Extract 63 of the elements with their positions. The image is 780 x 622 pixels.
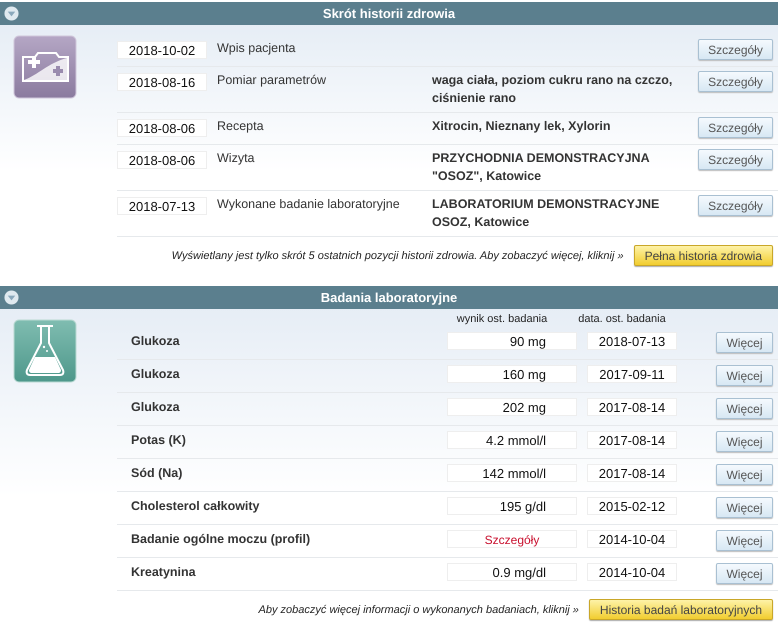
more-button[interactable]: Więcej (716, 464, 773, 485)
date-field: 2018-07-13 (587, 332, 677, 350)
medical-folder-icon (12, 35, 76, 99)
entry-type: Wykonane badanie laboratoryjne (217, 197, 401, 211)
date-field: 2017-09-11 (587, 365, 677, 383)
more-button[interactable]: Więcej (716, 431, 773, 452)
more-button[interactable]: Więcej (716, 332, 773, 353)
entry-type: Recepta (217, 119, 265, 133)
date-field: 2018-07-13 (117, 197, 207, 215)
date-field: 2017-08-14 (587, 398, 677, 416)
history-button[interactable]: Historia badań laboratoryjnych (588, 599, 773, 620)
date-field: 2018-08-16 (117, 73, 207, 91)
result-field: 0.9 mg/dl (447, 563, 577, 581)
entry-details: LABORATORIUM DEMONSTRACYJNE OSOZ, Katowice (432, 196, 660, 231)
more-button[interactable]: Więcej (716, 497, 773, 518)
entry-details: waga ciała, poziom cukru rano na czczo, ciśnienie rano (432, 72, 674, 107)
collapse-icon[interactable] (4, 290, 19, 305)
date-field: 2014-10-04 (587, 530, 677, 548)
result-field: 90 mg (447, 332, 577, 350)
result-field: 4.2 mmol/l (447, 431, 577, 449)
entry-type: Pomiar parametrów (217, 73, 328, 87)
details-button[interactable]: Szczegóły (698, 195, 773, 216)
test-name: Glukoza (130, 367, 181, 381)
panel-title: Badania laboratoryjne (320, 290, 458, 305)
entry-type: Wizyta (217, 151, 256, 165)
date-field: 2018-08-06 (117, 151, 207, 169)
details-button[interactable]: Szczegóły (698, 149, 773, 170)
date-field: 2018-10-02 (117, 41, 207, 59)
more-button[interactable]: Więcej (716, 398, 773, 419)
history-button[interactable]: Pełna historia zdrowia (634, 245, 773, 266)
column-header: wynik ost. badania (456, 313, 548, 325)
result-field: 195 g/dl (447, 497, 577, 515)
column-header: data. ost. badania (577, 313, 667, 325)
more-button[interactable]: Więcej (716, 530, 773, 551)
footer-note: Aby zobaczyć więcej informacji o wykonanych badaniach, kliknij » (258, 604, 579, 616)
more-button[interactable]: Więcej (716, 563, 773, 584)
test-name: Potas (K) (130, 433, 187, 447)
test-name: Sód (Na) (130, 466, 184, 480)
date-field: 2017-08-14 (587, 431, 677, 449)
test-name: Glukoza (130, 400, 181, 414)
details-button[interactable]: Szczegóły (698, 117, 773, 138)
test-name: Cholesterol całkowity (130, 499, 261, 513)
date-field: 2015-02-12 (587, 497, 677, 515)
test-name: Glukoza (130, 334, 181, 348)
flask-icon (12, 319, 76, 383)
more-button[interactable]: Więcej (716, 365, 773, 386)
result-field: 202 mg (447, 398, 577, 416)
footer-note: Wyświetlany jest tylko skrót 5 ostatnich pozycji historii zdrowia. Aby zobaczyć więcej, kliknij » (172, 250, 624, 262)
entry-details: Xitrocin, Nieznany lek, Xylorin (432, 118, 612, 135)
result-field: 160 mg (447, 365, 577, 383)
date-field: 2017-08-14 (587, 464, 677, 482)
details-button[interactable]: Szczegóły (698, 71, 773, 92)
date-field: 2014-10-04 (587, 563, 677, 581)
details-link[interactable]: Szczegóły (447, 530, 577, 548)
test-name: Badanie ogólne moczu (profil) (130, 532, 312, 546)
date-field: 2018-08-06 (117, 119, 207, 137)
entry-type: Wpis pacjenta (217, 41, 297, 55)
test-name: Kreatynina (130, 565, 197, 579)
details-button[interactable]: Szczegóły (698, 39, 773, 60)
collapse-icon[interactable] (4, 6, 19, 21)
panel-title: Skrót historii zdrowia (322, 6, 456, 21)
result-field: 142 mmol/l (447, 464, 577, 482)
entry-details: PRZYCHODNIA DEMONSTRACYJNA "OSOZ", Katowice (432, 150, 650, 185)
